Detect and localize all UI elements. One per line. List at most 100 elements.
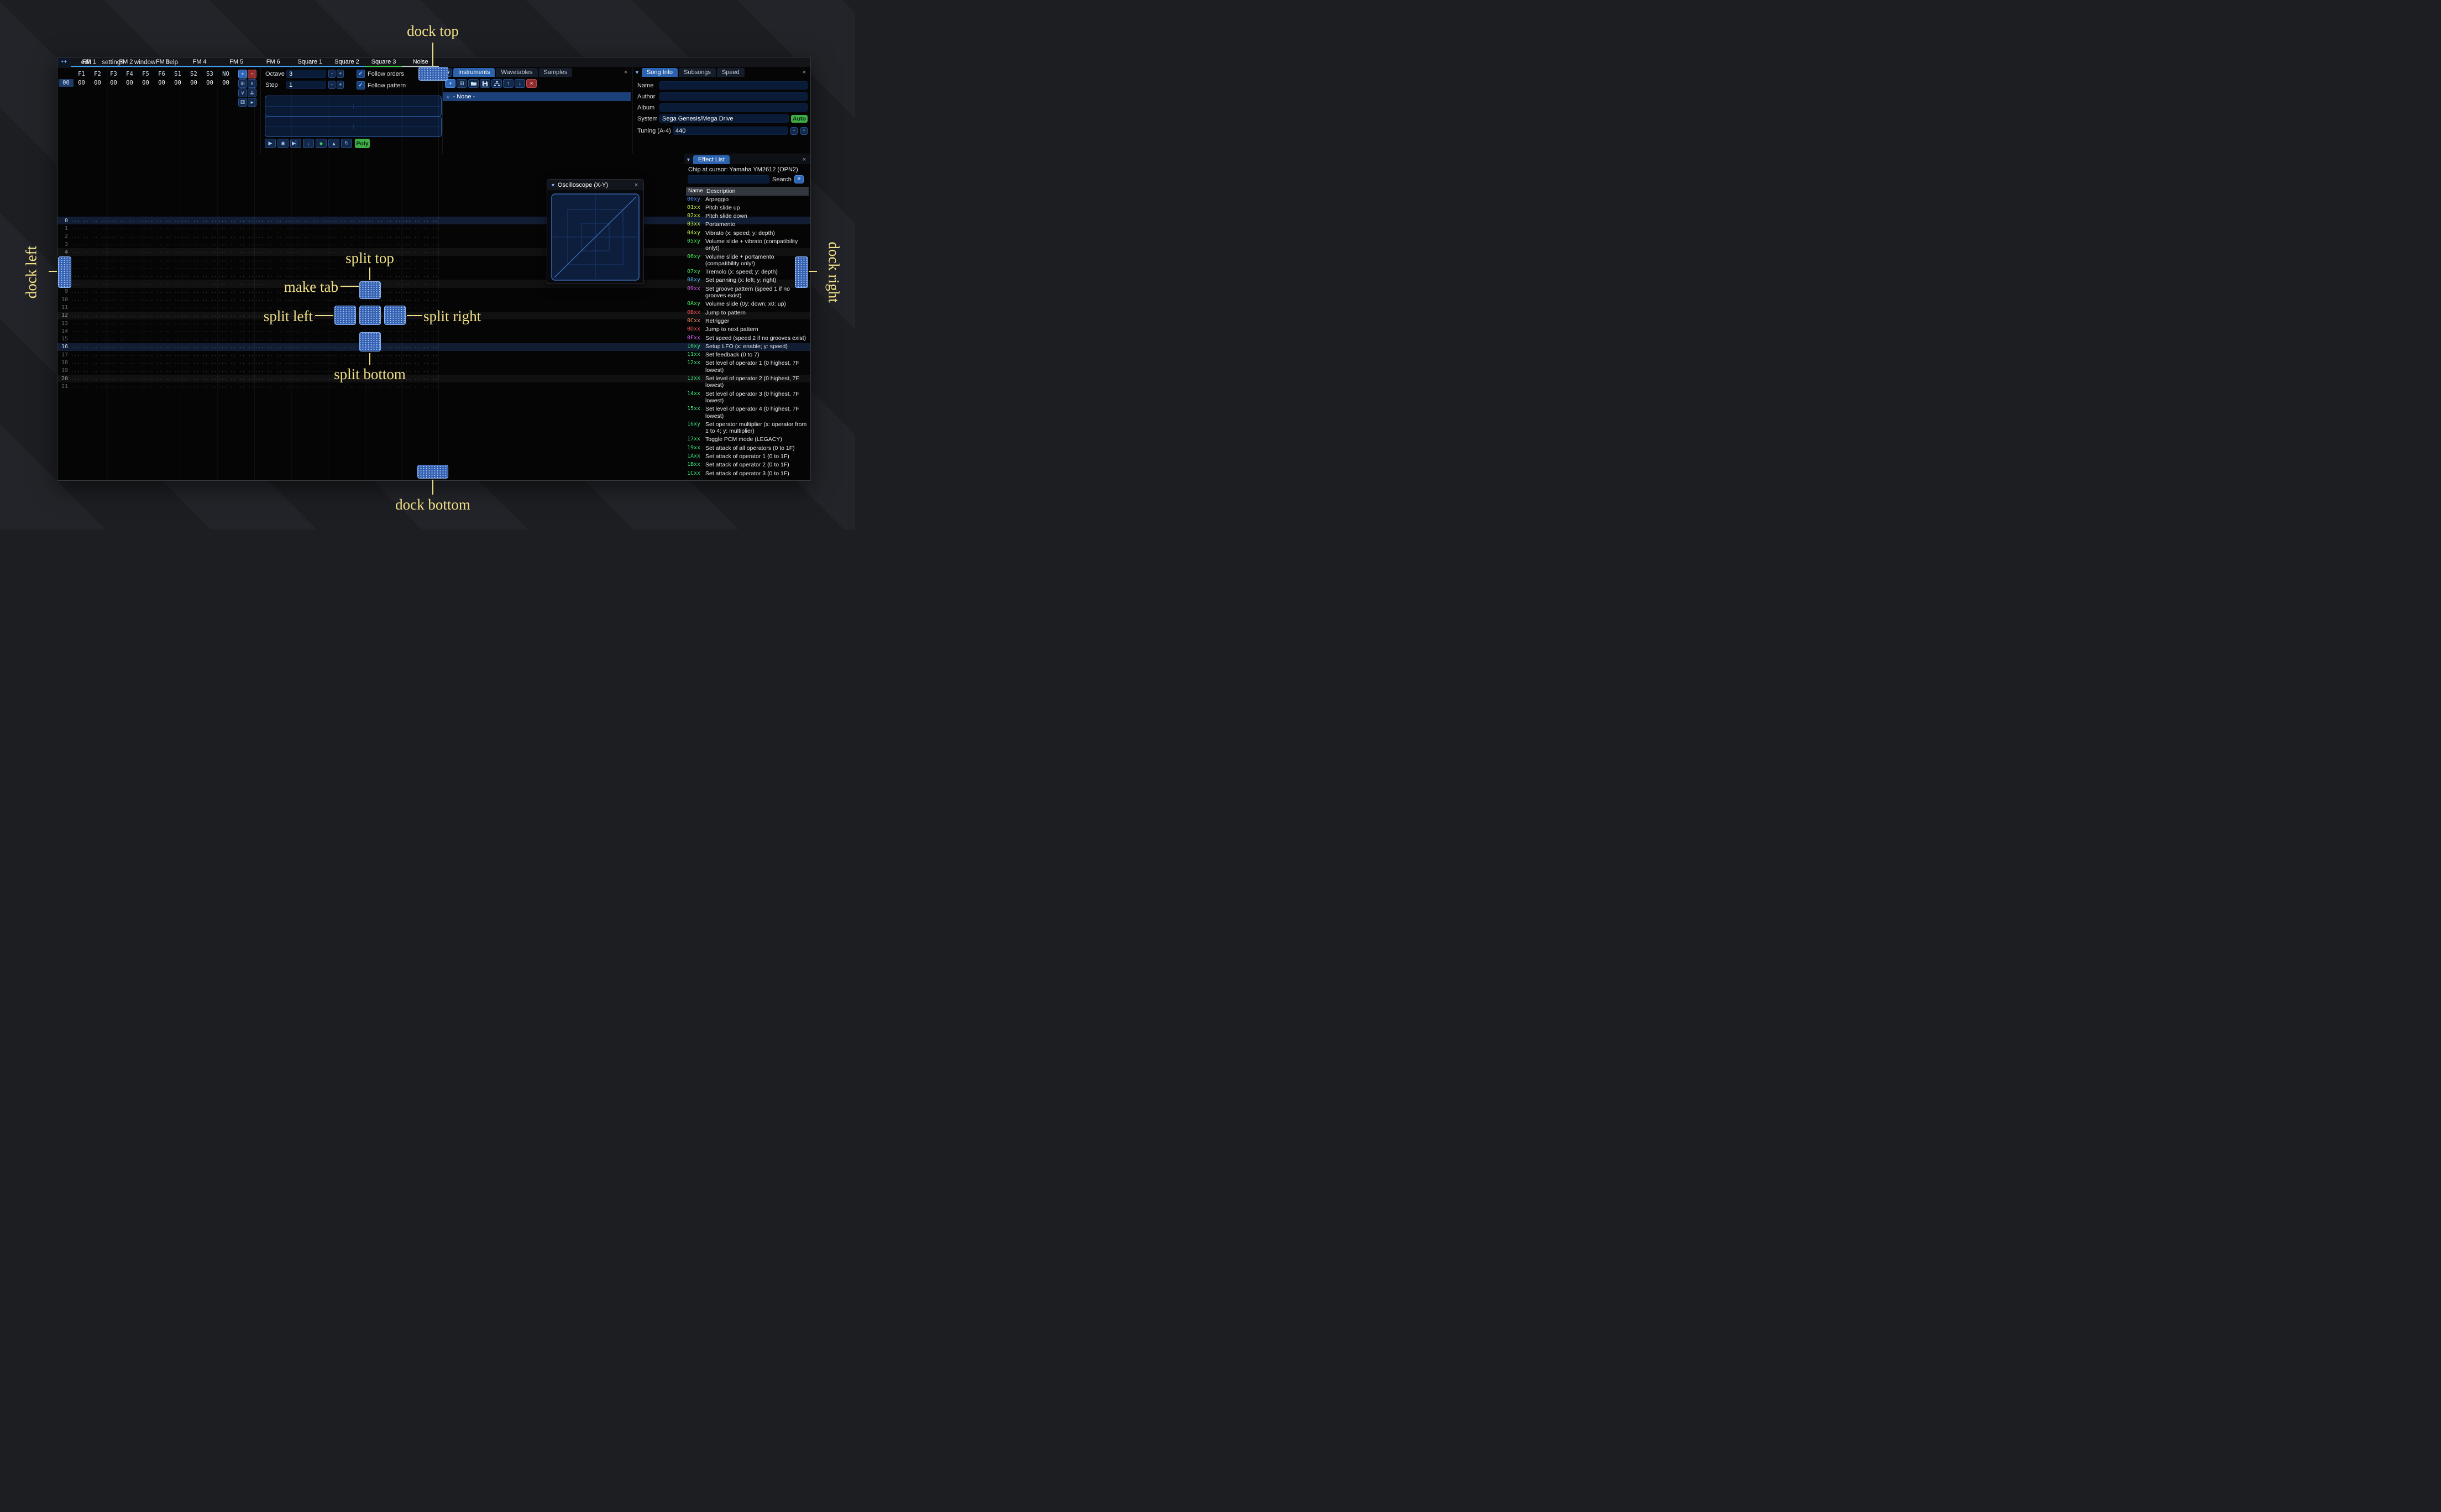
pattern-cell[interactable]: ... .. .. .... (218, 376, 255, 381)
pattern-cell[interactable]: ... .. .. .... (181, 305, 218, 310)
pattern-cell[interactable]: ... .. .. .... (218, 234, 255, 239)
pattern-cell[interactable]: ... .. .. .... (71, 328, 108, 334)
pattern-cell[interactable]: ... .. .. .... (255, 344, 292, 350)
tab-subsongs[interactable]: Subsongs (679, 68, 716, 77)
pattern-cell[interactable]: ... .. .. .... (71, 384, 108, 389)
pattern-cell[interactable]: ... .. .. .... (255, 249, 292, 255)
pattern-cell[interactable]: ... .. .. .... (108, 344, 145, 350)
close-icon[interactable]: × (622, 69, 630, 76)
pattern-cell[interactable]: ... .. .. .... (71, 289, 108, 295)
collapse-icon[interactable]: ▼ (635, 70, 640, 75)
pattern-cell[interactable]: ... .. .. .... (144, 384, 181, 389)
pattern-cell[interactable]: ... .. .. .... (365, 360, 402, 365)
pattern-cell[interactable]: ... .. .. .... (181, 328, 218, 334)
tab-effect-list[interactable]: Effect List (693, 155, 730, 164)
close-icon[interactable]: × (800, 69, 808, 76)
pattern-cell[interactable]: ... .. .. .... (144, 273, 181, 279)
pattern-cell[interactable]: ... .. .. .... (144, 225, 181, 231)
effect-search-input[interactable] (688, 175, 769, 183)
tab-song-info[interactable]: Song Info (641, 68, 678, 77)
oscilloscope-title-bar[interactable]: ▼ Oscilloscope (X-Y) × (547, 180, 643, 190)
pattern-cell[interactable]: ... .. .. .... (144, 297, 181, 302)
pattern-cell[interactable]: ... .. .. .... (181, 376, 218, 381)
pattern-cell[interactable]: ... .. .. .... (218, 258, 255, 263)
pattern-cell[interactable]: ... .. .. .... (292, 376, 329, 381)
pattern-cell[interactable]: ... .. .. .... (144, 352, 181, 358)
pattern-cell[interactable]: ... .. .. .... (292, 234, 329, 239)
effect-list-menu-button[interactable]: ≡ (794, 175, 804, 183)
instrument-list-item-none[interactable]: ○ - None - (443, 92, 631, 101)
pattern-cell[interactable]: ... .. .. .... (181, 384, 218, 389)
pattern-cell[interactable]: ... .. .. .... (144, 242, 181, 247)
pattern-cell[interactable]: ... .. .. .... (144, 258, 181, 263)
collapse-icon[interactable]: ▼ (686, 157, 691, 162)
pattern-cell[interactable]: ... .. .. .... (71, 376, 108, 381)
pattern-cell[interactable]: ... .. .. .... (255, 297, 292, 302)
pattern-cell[interactable]: ... .. .. .... (218, 273, 255, 279)
pattern-cell[interactable]: ... .. .. .... (108, 384, 145, 389)
pattern-cell[interactable]: ... .. .. .... (218, 352, 255, 358)
song-name-input[interactable] (659, 81, 808, 90)
pattern-cell[interactable]: ... .. .. .... (328, 218, 365, 223)
pattern-cell[interactable]: ... .. .. .... (218, 297, 255, 302)
pattern-cell[interactable]: ... .. .. .... (71, 321, 108, 326)
pattern-cell[interactable]: ... .. .. .... (181, 281, 218, 287)
pattern-cell[interactable]: ... .. .. .... (328, 234, 365, 239)
pattern-cell[interactable]: ... .. .. .... (108, 242, 145, 247)
tuning-decrease-button[interactable]: - (790, 127, 798, 135)
pattern-cell[interactable]: ... .. .. .... (255, 273, 292, 279)
pattern-cell[interactable]: ... .. .. .... (181, 313, 218, 318)
pattern-cell[interactable]: ... .. .. .... (292, 384, 329, 389)
pattern-cell[interactable]: ... .. .. .... (181, 234, 218, 239)
pattern-cell[interactable]: ... .. .. .... (365, 242, 402, 247)
pattern-cell[interactable]: ... .. .. .... (144, 376, 181, 381)
pattern-cell[interactable]: ... .. .. .... (292, 337, 329, 342)
pattern-cell[interactable]: ... .. .. .... (365, 225, 402, 231)
pattern-cell[interactable]: ... .. .. .... (144, 249, 181, 255)
pattern-cell[interactable]: ... .. .. .... (71, 225, 108, 231)
pattern-cell[interactable]: ... .. .. .... (71, 297, 108, 302)
pattern-cell[interactable]: ... .. .. .... (71, 281, 108, 287)
pattern-cell[interactable]: ... .. .. .... (365, 218, 402, 223)
pattern-cell[interactable]: ... .. .. .... (71, 242, 108, 247)
pattern-cell[interactable]: ... .. .. .... (71, 337, 108, 342)
system-auto-button[interactable]: Auto (791, 114, 808, 123)
pattern-cell[interactable]: ... .. .. .... (328, 384, 365, 389)
pattern-cell[interactable]: ... .. .. .... (71, 313, 108, 318)
pattern-cell[interactable]: ... .. .. .... (218, 225, 255, 231)
delete-instrument-button[interactable]: × (526, 79, 537, 88)
pattern-cell[interactable]: ... .. .. .... (108, 273, 145, 279)
pattern-cell[interactable]: ... .. .. .... (328, 352, 365, 358)
song-album-input[interactable] (659, 103, 808, 112)
pattern-cell[interactable]: ... .. .. .... (181, 242, 218, 247)
pattern-cell[interactable]: ... .. .. .... (402, 234, 439, 239)
pattern-cell[interactable]: ... .. .. .... (144, 321, 181, 326)
pattern-cell[interactable]: ... .. .. .... (144, 328, 181, 334)
pattern-cell[interactable]: ... .. .. .... (255, 368, 292, 374)
save-instrument-button[interactable] (480, 79, 490, 88)
pattern-cell[interactable]: ... .. .. .... (144, 234, 181, 239)
tab-speed[interactable]: Speed (716, 68, 745, 77)
pattern-cell[interactable]: ... .. .. .... (255, 218, 292, 223)
dock-target-left[interactable] (58, 256, 71, 288)
pattern-cell[interactable]: ... .. .. .... (144, 265, 181, 271)
pattern-cell[interactable]: ... .. .. .... (71, 360, 108, 365)
pattern-cell[interactable]: ... .. .. .... (71, 265, 108, 271)
pattern-cell[interactable]: ... .. .. .... (108, 352, 145, 358)
pattern-cell[interactable]: ... .. .. .... (328, 273, 365, 279)
pattern-cell[interactable]: ... .. .. .... (108, 281, 145, 287)
pattern-cell[interactable]: ... .. .. .... (181, 337, 218, 342)
pattern-cell[interactable]: ... .. .. .... (292, 265, 329, 271)
pattern-cell[interactable]: ... .. .. .... (144, 360, 181, 365)
pattern-cell[interactable]: ... .. .. .... (108, 368, 145, 374)
pattern-cell[interactable]: ... .. .. .... (181, 273, 218, 279)
pattern-cell[interactable]: ... .. .. .... (402, 384, 439, 389)
pattern-cell[interactable]: ... .. .. .... (218, 384, 255, 389)
pattern-cell[interactable]: ... .. .. .... (402, 273, 439, 279)
pattern-cell[interactable]: ... .. .. .... (108, 218, 145, 223)
pattern-cell[interactable]: ... .. .. .... (181, 321, 218, 326)
pattern-cell[interactable]: ... .. .. .... (255, 265, 292, 271)
tab-wavetables[interactable]: Wavetables (496, 68, 538, 77)
pattern-cell[interactable]: ... .. .. .... (144, 368, 181, 374)
pattern-cell[interactable]: ... .. .. .... (108, 376, 145, 381)
